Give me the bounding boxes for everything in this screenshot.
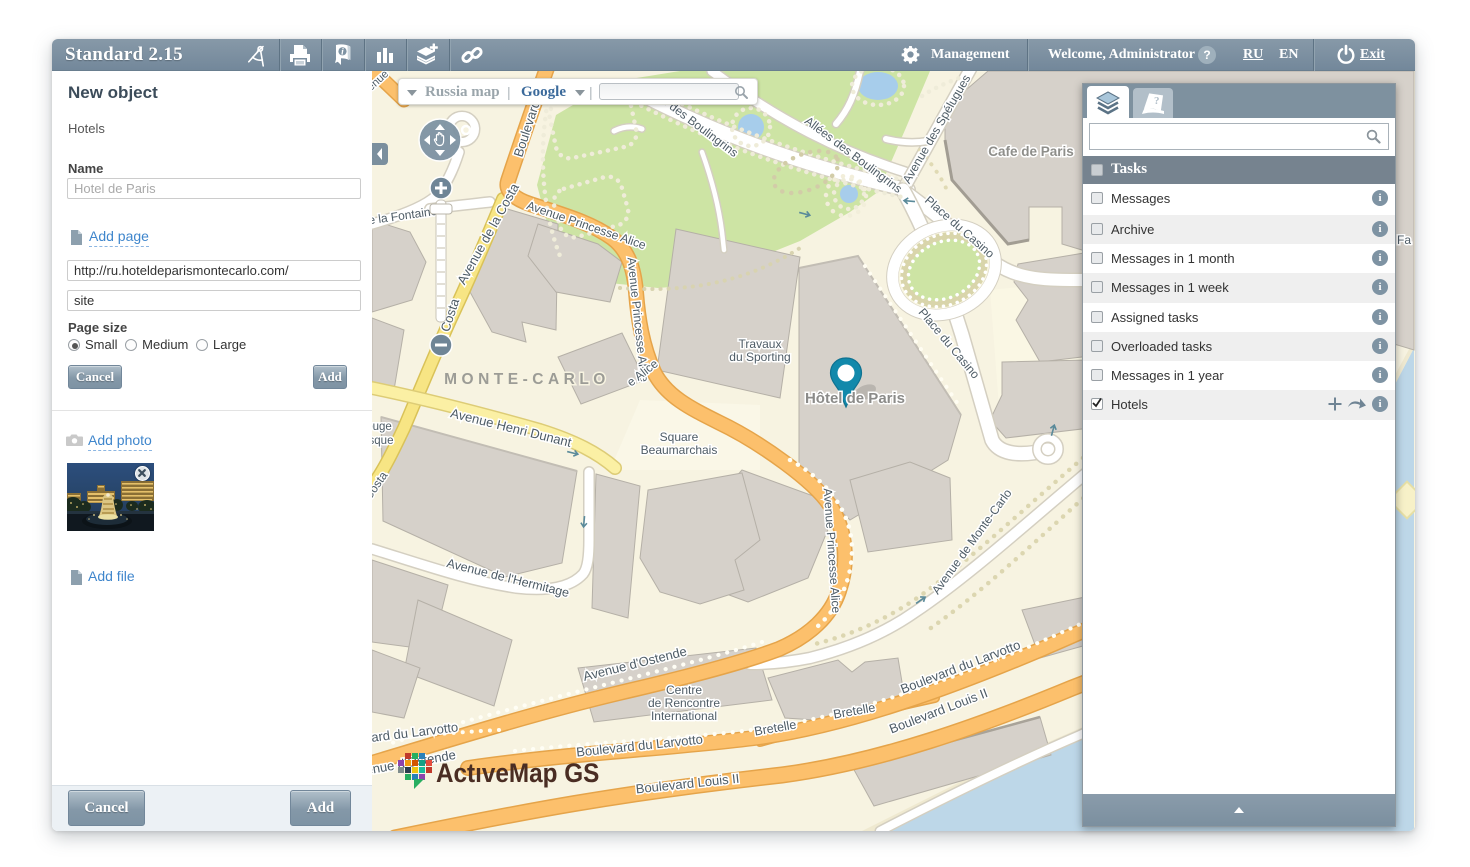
svg-text:Travaux: Travaux: [739, 337, 782, 351]
svg-text:Square: Square: [660, 430, 699, 444]
svg-text:Beaumarchais: Beaumarchais: [641, 443, 718, 457]
svg-text:ActıveMap GS: ActıveMap GS: [436, 759, 599, 788]
svg-text:MONTE-CARLO: MONTE-CARLO: [444, 371, 610, 388]
svg-text:Hôtel de Paris: Hôtel de Paris: [805, 390, 905, 407]
svg-text:?: ?: [1154, 95, 1160, 107]
svg-text:Centre: Centre: [666, 683, 702, 697]
svg-text:Fa: Fa: [1397, 233, 1411, 247]
svg-text:ouge: ouge: [372, 421, 392, 433]
svg-text:International: International: [651, 709, 717, 723]
svg-text:i: i: [341, 48, 344, 58]
svg-text:Cafe de Paris: Cafe de Paris: [988, 144, 1074, 159]
svg-text:de Rencontre: de Rencontre: [648, 696, 720, 710]
svg-text:sque: sque: [372, 435, 393, 447]
svg-text:du Sporting: du Sporting: [729, 350, 790, 364]
